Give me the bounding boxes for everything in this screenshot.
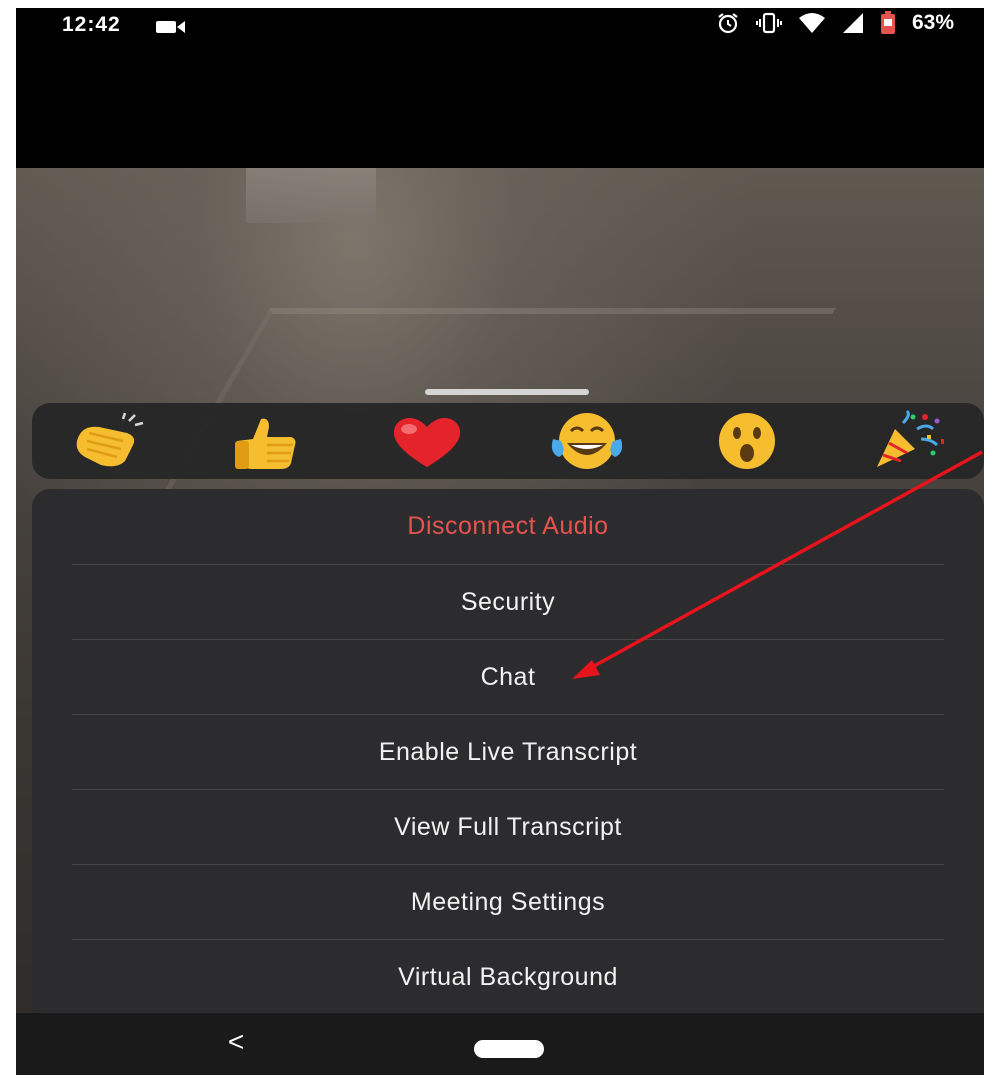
menu-item-virtual-background[interactable]: Virtual Background (72, 940, 944, 1015)
menu-item-security[interactable]: Security (72, 565, 944, 640)
battery-percent: 63% (911, 11, 954, 34)
home-pill-button[interactable] (474, 1040, 544, 1058)
reaction-clap[interactable] (62, 409, 152, 473)
reactions-bar (32, 403, 984, 479)
status-icons: 63% (716, 11, 954, 35)
surprised-icon (719, 413, 775, 469)
back-button[interactable]: < (221, 1027, 251, 1057)
menu-item-view-full-transcript[interactable]: View Full Transcript (72, 790, 944, 865)
status-bar: 12:42 63% (16, 8, 984, 48)
reaction-heart[interactable] (382, 409, 472, 473)
heart-icon (393, 417, 461, 467)
wifi-icon (798, 13, 825, 33)
sheet-grab-handle[interactable] (425, 389, 589, 395)
menu-item-enable-live-transcript[interactable]: Enable Live Transcript (72, 715, 944, 790)
battery-icon (880, 11, 895, 34)
alarm-icon (718, 13, 738, 34)
ceiling-light (246, 168, 376, 223)
clap-icon (76, 412, 144, 467)
reaction-surprised[interactable] (702, 409, 792, 473)
menu-item-disconnect-audio[interactable]: Disconnect Audio (72, 489, 944, 564)
status-time: 12:42 (62, 13, 121, 36)
reaction-tears-of-joy[interactable] (542, 409, 632, 473)
meeting-more-menu: Disconnect Audio Security Chat Enable Li… (32, 489, 984, 1019)
phone-screen: 12:42 63% Disconnect Audio Security Chat… (16, 8, 984, 1075)
system-nav-bar: < (16, 1013, 984, 1075)
reaction-thumbs-up[interactable] (220, 409, 310, 473)
menu-item-chat[interactable]: Chat (72, 640, 944, 715)
video-camera-icon (156, 21, 185, 33)
menu-item-meeting-settings[interactable]: Meeting Settings (72, 865, 944, 940)
party-popper-icon (877, 409, 944, 467)
thumbs-up-icon (235, 418, 296, 469)
reaction-party-popper[interactable] (862, 409, 952, 473)
tears-of-joy-icon (551, 413, 623, 469)
vibrate-icon (755, 12, 782, 34)
signal-icon (842, 13, 863, 33)
